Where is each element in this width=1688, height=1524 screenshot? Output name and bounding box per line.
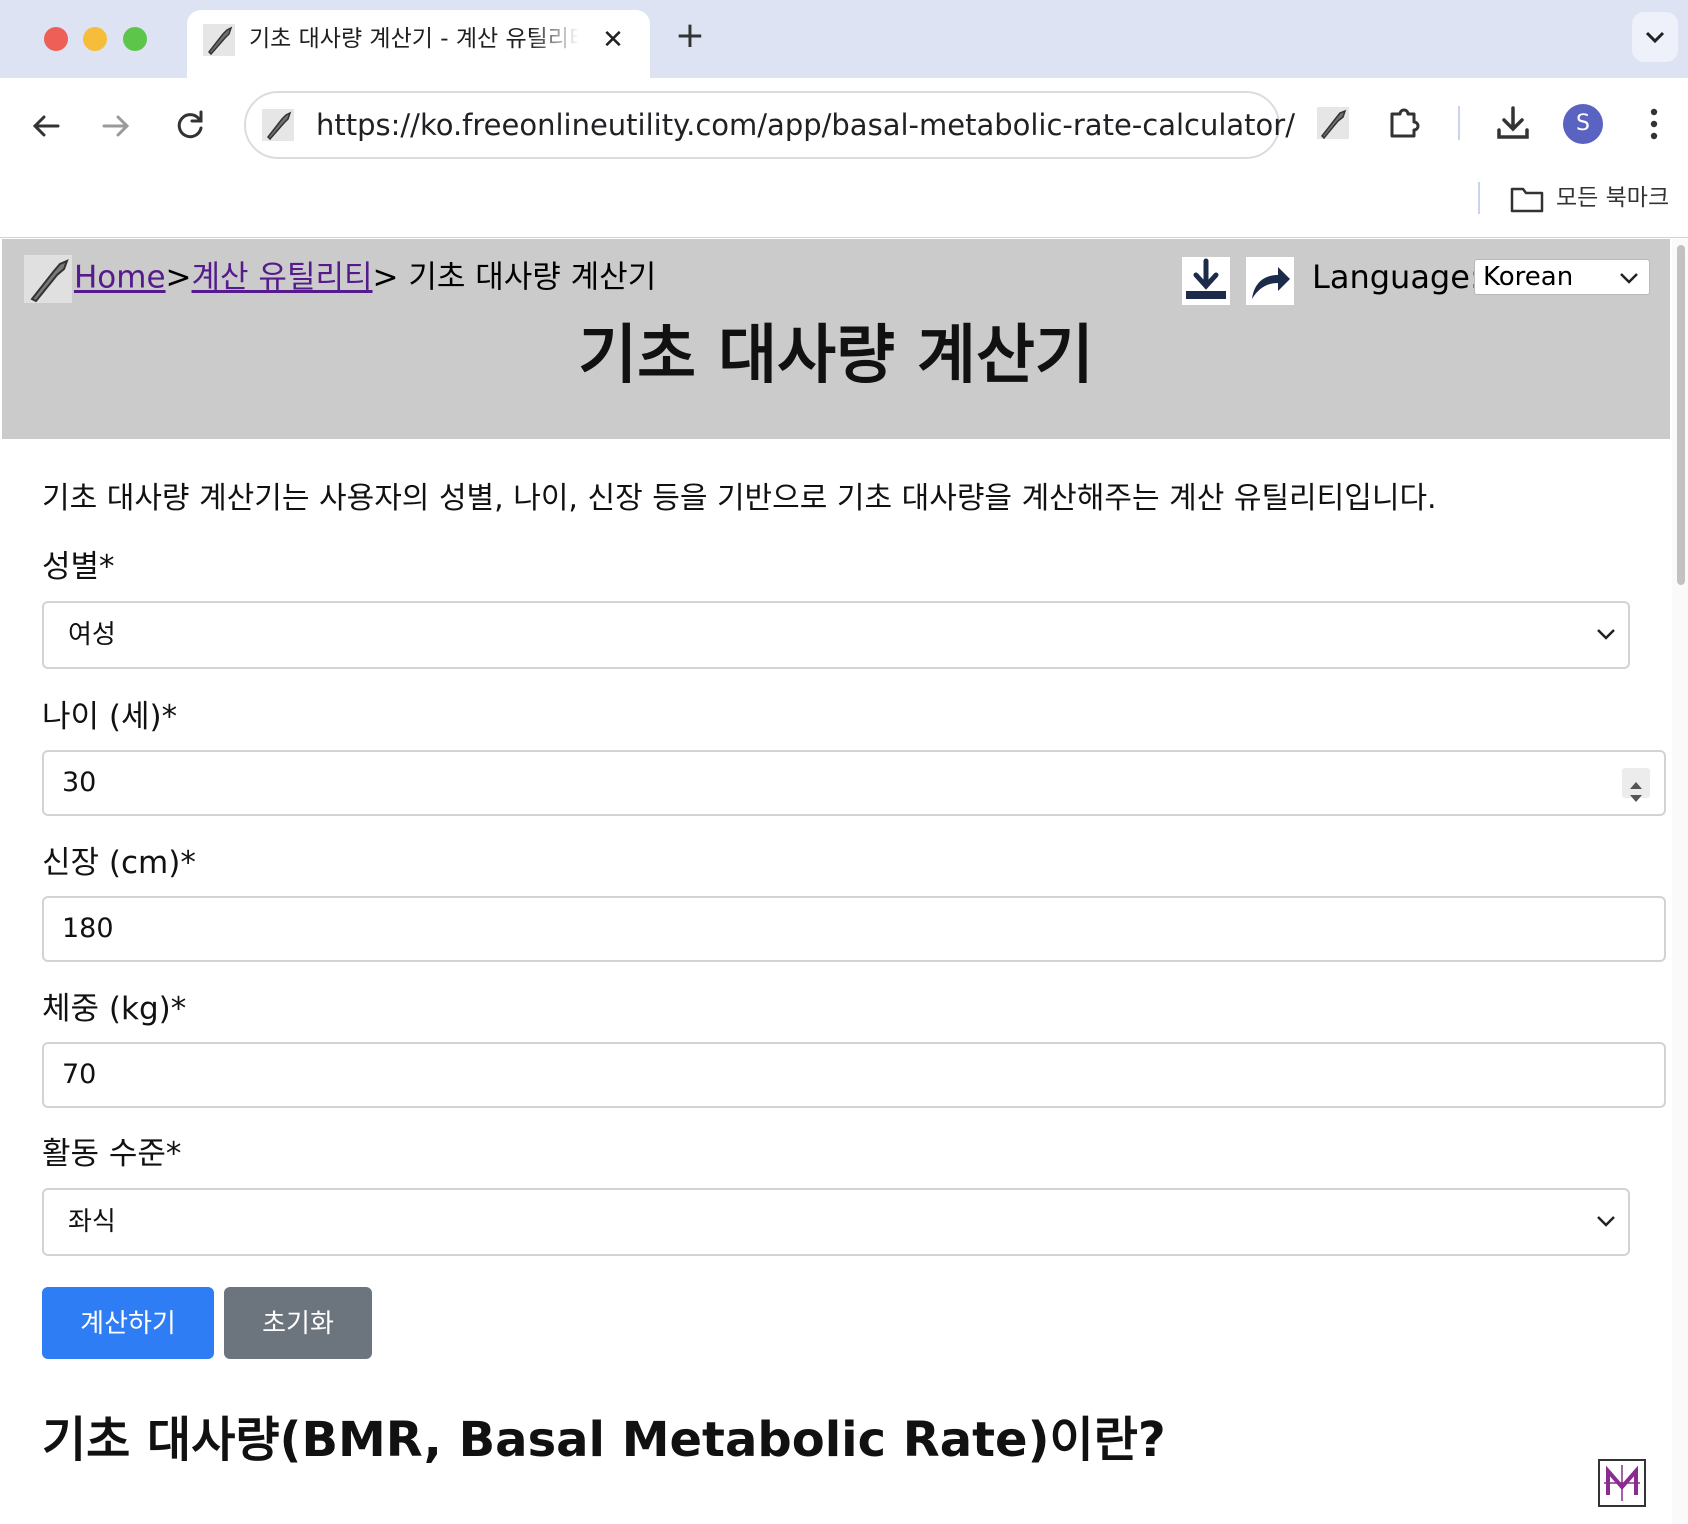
gender-label: 성별*	[42, 549, 115, 585]
scrollbar-thumb[interactable]	[1677, 245, 1685, 585]
activity-select-value: 좌식	[68, 1207, 116, 1237]
wrench-icon[interactable]	[1310, 100, 1356, 146]
age-input[interactable]: 30	[42, 750, 1666, 816]
activity-label: 활동 수준*	[42, 1136, 182, 1172]
wrench-icon	[262, 109, 294, 141]
window-minimize-button[interactable]	[83, 27, 107, 51]
language-select[interactable]: Korean	[1474, 259, 1650, 295]
height-input-value: 180	[62, 913, 114, 944]
gender-select[interactable]: 여성	[42, 601, 1630, 669]
age-input-value: 30	[62, 767, 97, 798]
window-close-button[interactable]	[44, 27, 68, 51]
page-viewport: Home>계산 유틸리티> 기초 대사량 계산기 Language: Korea…	[0, 239, 1688, 1524]
plus-icon[interactable]: +	[672, 18, 708, 54]
reset-button[interactable]: 초기화	[224, 1287, 372, 1359]
wrench-icon	[203, 24, 235, 56]
chevron-down-icon	[1597, 629, 1615, 640]
page-header: Home>계산 유틸리티> 기초 대사량 계산기 Language: Korea…	[2, 239, 1670, 439]
reload-icon[interactable]	[170, 106, 210, 146]
bookmarks-label: 모든 북마크	[1556, 185, 1670, 211]
section-heading: 기초 대사량(BMR, Basal Metabolic Rate)이란?	[42, 1412, 1166, 1468]
folder-icon	[1510, 187, 1544, 212]
number-spinner[interactable]	[1622, 768, 1650, 802]
weight-input-value: 70	[62, 1059, 97, 1090]
calculate-button[interactable]: 계산하기	[42, 1287, 214, 1359]
site-badge-icon[interactable]	[1598, 1459, 1646, 1507]
height-label: 신장 (cm)*	[42, 845, 196, 881]
chevron-down-icon	[1645, 31, 1665, 44]
chevron-down-icon	[1597, 1216, 1615, 1227]
tab-search-button[interactable]	[1632, 12, 1678, 62]
browser-tab-active[interactable]: 기초 대사량 계산기 - 계산 유틸리티 ✕	[187, 10, 650, 78]
kebab-menu-icon[interactable]	[1642, 102, 1666, 146]
close-icon[interactable]: ✕	[599, 26, 627, 54]
page-title: 기초 대사량 계산기	[578, 319, 1094, 393]
breadcrumb-separator: >	[372, 259, 399, 296]
height-input[interactable]: 180	[42, 896, 1666, 962]
download-icon[interactable]	[1182, 257, 1230, 305]
breadcrumb-home-link[interactable]: Home	[74, 260, 166, 296]
browser-tab-strip: 기초 대사량 계산기 - 계산 유틸리티 ✕ +	[0, 0, 1688, 78]
url-text: https://ko.freeonlineutility.com/app/bas…	[316, 108, 1295, 142]
extensions-icon[interactable]	[1382, 100, 1428, 146]
tab-title: 기초 대사량 계산기 - 계산 유틸리티	[249, 26, 579, 52]
breadcrumb-current: 기초 대사량 계산기	[398, 259, 657, 296]
age-label: 나이 (세)*	[42, 699, 178, 735]
chevron-down-icon	[1620, 273, 1638, 284]
all-bookmarks-button[interactable]: 모든 북마크	[1510, 180, 1669, 216]
share-icon[interactable]	[1246, 257, 1294, 305]
breadcrumb-separator: >	[165, 259, 192, 296]
gender-select-value: 여성	[68, 620, 116, 650]
intro-text: 기초 대사량 계산기는 사용자의 성별, 나이, 신장 등을 기반으로 기초 대…	[42, 481, 1437, 516]
browser-toolbar: https://ko.freeonlineutility.com/app/bas…	[0, 78, 1688, 238]
back-arrow-icon[interactable]	[26, 106, 66, 146]
activity-select[interactable]: 좌식	[42, 1188, 1630, 1256]
weight-label: 체중 (kg)*	[42, 991, 187, 1027]
address-bar[interactable]: https://ko.freeonlineutility.com/app/bas…	[244, 91, 1295, 159]
breadcrumb-category-link[interactable]: 계산 유틸리티	[192, 260, 373, 296]
download-icon[interactable]	[1490, 100, 1536, 146]
bookmarks-divider	[1478, 182, 1480, 214]
wrench-icon	[24, 255, 72, 303]
forward-arrow-icon[interactable]	[96, 106, 136, 146]
weight-input[interactable]: 70	[42, 1042, 1666, 1108]
breadcrumb: Home>계산 유틸리티> 기초 대사량 계산기	[24, 255, 657, 303]
language-label: Language:	[1312, 258, 1481, 296]
language-select-value: Korean	[1483, 262, 1574, 292]
toolbar-divider	[1458, 106, 1460, 140]
window-maximize-button[interactable]	[123, 27, 147, 51]
avatar[interactable]: S	[1563, 104, 1603, 144]
